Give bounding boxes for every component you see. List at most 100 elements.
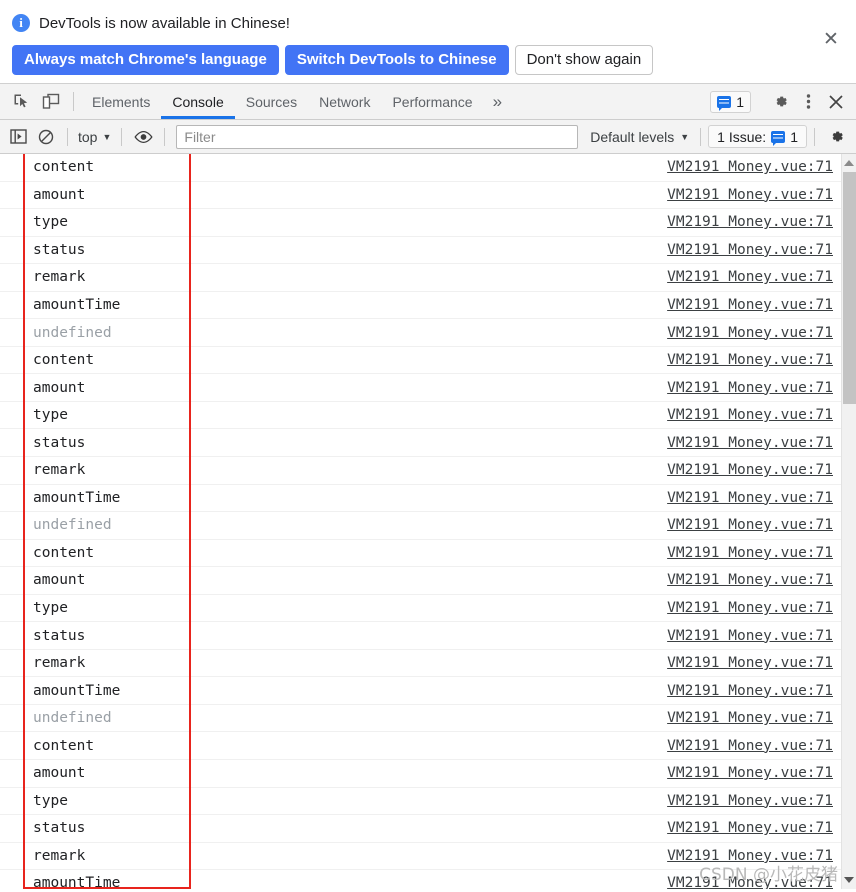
console-message-text: remark <box>33 847 86 864</box>
toolbar-divider-5 <box>814 127 815 146</box>
close-icon[interactable]: ✕ <box>820 28 842 50</box>
console-source-link[interactable]: VM2191 Money.vue:71 <box>667 435 833 451</box>
console-message-list: content VM2191 Money.vue:71 amount VM2191 M… <box>0 154 841 889</box>
console-source-link[interactable]: VM2191 Money.vue:71 <box>667 407 833 423</box>
console-source-link[interactable]: VM2191 Money.vue:71 <box>667 683 833 699</box>
tab-sources[interactable]: Sources <box>235 84 308 119</box>
console-source-link[interactable]: VM2191 Money.vue:71 <box>667 490 833 506</box>
console-message-row[interactable]: status VM2191 Money.vue:71 <box>0 815 841 843</box>
console-message-row[interactable]: type VM2191 Money.vue:71 <box>0 595 841 623</box>
console-source-link[interactable]: VM2191 Money.vue:71 <box>667 655 833 671</box>
console-sidebar-icon[interactable] <box>4 123 32 151</box>
console-message-row[interactable]: amount VM2191 Money.vue:71 <box>0 760 841 788</box>
dont-show-again-button[interactable]: Don't show again <box>514 45 654 75</box>
console-source-link[interactable]: VM2191 Money.vue:71 <box>667 517 833 533</box>
tab-performance[interactable]: Performance <box>381 84 483 119</box>
console-message-row[interactable]: content VM2191 Money.vue:71 <box>0 347 841 375</box>
console-source-link[interactable]: VM2191 Money.vue:71 <box>667 269 833 285</box>
console-message-row[interactable]: remark VM2191 Money.vue:71 <box>0 264 841 292</box>
console-scrollbar[interactable] <box>841 154 856 889</box>
console-source-link[interactable]: VM2191 Money.vue:71 <box>667 572 833 588</box>
tab-network[interactable]: Network <box>308 84 381 119</box>
console-source-link[interactable]: VM2191 Money.vue:71 <box>667 242 833 258</box>
console-message-row[interactable]: remark VM2191 Money.vue:71 <box>0 650 841 678</box>
console-source-link[interactable]: VM2191 Money.vue:71 <box>667 710 833 726</box>
tab-elements[interactable]: Elements <box>81 84 161 119</box>
console-source-link[interactable]: VM2191 Money.vue:71 <box>667 738 833 754</box>
console-message-row[interactable]: content VM2191 Money.vue:71 <box>0 732 841 761</box>
execution-context-label: top <box>78 128 98 145</box>
scrollbar-thumb[interactable] <box>843 172 856 404</box>
issues-button[interactable]: 1 Issue: 1 <box>708 125 807 148</box>
console-message-row[interactable]: status VM2191 Money.vue:71 <box>0 429 841 458</box>
console-message-row[interactable]: amountTime VM2191 Money.vue:71 <box>0 677 841 705</box>
console-message-row[interactable]: remark VM2191 Money.vue:71 <box>0 843 841 871</box>
console-message-row[interactable]: undefined VM2191 Money.vue:71 <box>0 319 841 347</box>
console-source-link[interactable]: VM2191 Money.vue:71 <box>667 159 833 175</box>
issues-chip[interactable]: 1 <box>710 90 751 113</box>
console-source-link[interactable]: VM2191 Money.vue:71 <box>667 325 833 341</box>
console-message-area: content VM2191 Money.vue:71 amount VM2191 M… <box>0 154 856 889</box>
info-icon: i <box>12 14 30 32</box>
switch-devtools-to-chinese-button[interactable]: Switch DevTools to Chinese <box>284 45 509 75</box>
console-source-link[interactable]: VM2191 Money.vue:71 <box>667 545 833 561</box>
console-message-row[interactable]: content VM2191 Money.vue:71 <box>0 540 841 568</box>
console-source-link[interactable]: VM2191 Money.vue:71 <box>667 600 833 616</box>
console-source-link[interactable]: VM2191 Money.vue:71 <box>667 462 833 478</box>
message-bubble-icon <box>771 130 786 146</box>
device-toolbar-icon[interactable] <box>36 84 66 119</box>
console-message-text: type <box>33 214 68 231</box>
close-devtools-icon[interactable] <box>822 88 850 116</box>
console-message-row[interactable]: undefined VM2191 Money.vue:71 <box>0 512 841 540</box>
console-source-link[interactable]: VM2191 Money.vue:71 <box>667 352 833 368</box>
tab-console[interactable]: Console <box>161 84 236 119</box>
console-message-row[interactable]: remark VM2191 Money.vue:71 <box>0 457 841 485</box>
clear-console-icon[interactable] <box>32 123 60 151</box>
console-message-row[interactable]: amountTime VM2191 Money.vue:71 <box>0 870 841 889</box>
toolbar-divider-1 <box>67 127 68 146</box>
console-source-link[interactable]: VM2191 Money.vue:71 <box>667 848 833 864</box>
console-source-link[interactable]: VM2191 Money.vue:71 <box>667 793 833 809</box>
console-message-row[interactable]: status VM2191 Money.vue:71 <box>0 237 841 265</box>
issues-button-label: 1 Issue: <box>717 128 767 145</box>
devtools-window: i DevTools is now available in Chinese! … <box>0 0 856 892</box>
banner-message: DevTools is now available in Chinese! <box>39 14 290 32</box>
issues-count: 1 <box>736 93 744 110</box>
console-message-row[interactable]: amount VM2191 Money.vue:71 <box>0 182 841 210</box>
inspect-element-icon[interactable] <box>6 84 36 119</box>
gear-icon[interactable] <box>766 88 794 116</box>
console-message-row[interactable]: amountTime VM2191 Money.vue:71 <box>0 485 841 513</box>
console-message-row[interactable]: type VM2191 Money.vue:71 <box>0 209 841 237</box>
console-source-link[interactable]: VM2191 Money.vue:71 <box>667 765 833 781</box>
console-message-text: type <box>33 792 68 809</box>
filter-input[interactable] <box>176 124 579 149</box>
more-tabs-icon[interactable]: » <box>484 84 511 119</box>
console-source-link[interactable]: VM2191 Money.vue:71 <box>667 214 833 230</box>
console-source-link[interactable]: VM2191 Money.vue:71 <box>667 628 833 644</box>
always-match-chrome-language-button[interactable]: Always match Chrome's language <box>12 45 279 75</box>
console-message-row[interactable]: amount VM2191 Money.vue:71 <box>0 374 841 402</box>
toolbar-divider-4 <box>700 127 702 146</box>
console-source-link[interactable]: VM2191 Money.vue:71 <box>667 380 833 396</box>
console-message-row[interactable]: undefined VM2191 Money.vue:71 <box>0 705 841 733</box>
console-source-link[interactable]: VM2191 Money.vue:71 <box>667 297 833 313</box>
execution-context-selector[interactable]: top ▼ <box>75 129 114 145</box>
console-settings-gear-icon[interactable] <box>822 123 850 151</box>
language-banner: i DevTools is now available in Chinese! … <box>0 0 856 84</box>
kebab-menu-icon[interactable] <box>794 88 822 116</box>
console-message-text: status <box>33 241 86 258</box>
console-source-link[interactable]: VM2191 Money.vue:71 <box>667 187 833 203</box>
scroll-up-arrow-icon[interactable] <box>842 155 856 170</box>
console-message-row[interactable]: amount VM2191 Money.vue:71 <box>0 567 841 595</box>
console-message-row[interactable]: amountTime VM2191 Money.vue:71 <box>0 292 841 320</box>
console-message-row[interactable]: type VM2191 Money.vue:71 <box>0 788 841 816</box>
console-message-row[interactable]: status VM2191 Money.vue:71 <box>0 622 841 650</box>
log-levels-selector[interactable]: Default levels ▼ <box>586 129 693 145</box>
console-source-link[interactable]: VM2191 Money.vue:71 <box>667 875 833 889</box>
console-message-row[interactable]: type VM2191 Money.vue:71 <box>0 402 841 430</box>
console-source-link[interactable]: VM2191 Money.vue:71 <box>667 820 833 836</box>
console-message-row[interactable]: content VM2191 Money.vue:71 <box>0 154 841 182</box>
live-expression-eye-icon[interactable] <box>129 123 157 151</box>
console-message-text: content <box>33 737 95 754</box>
scroll-down-arrow-icon[interactable] <box>842 872 856 887</box>
